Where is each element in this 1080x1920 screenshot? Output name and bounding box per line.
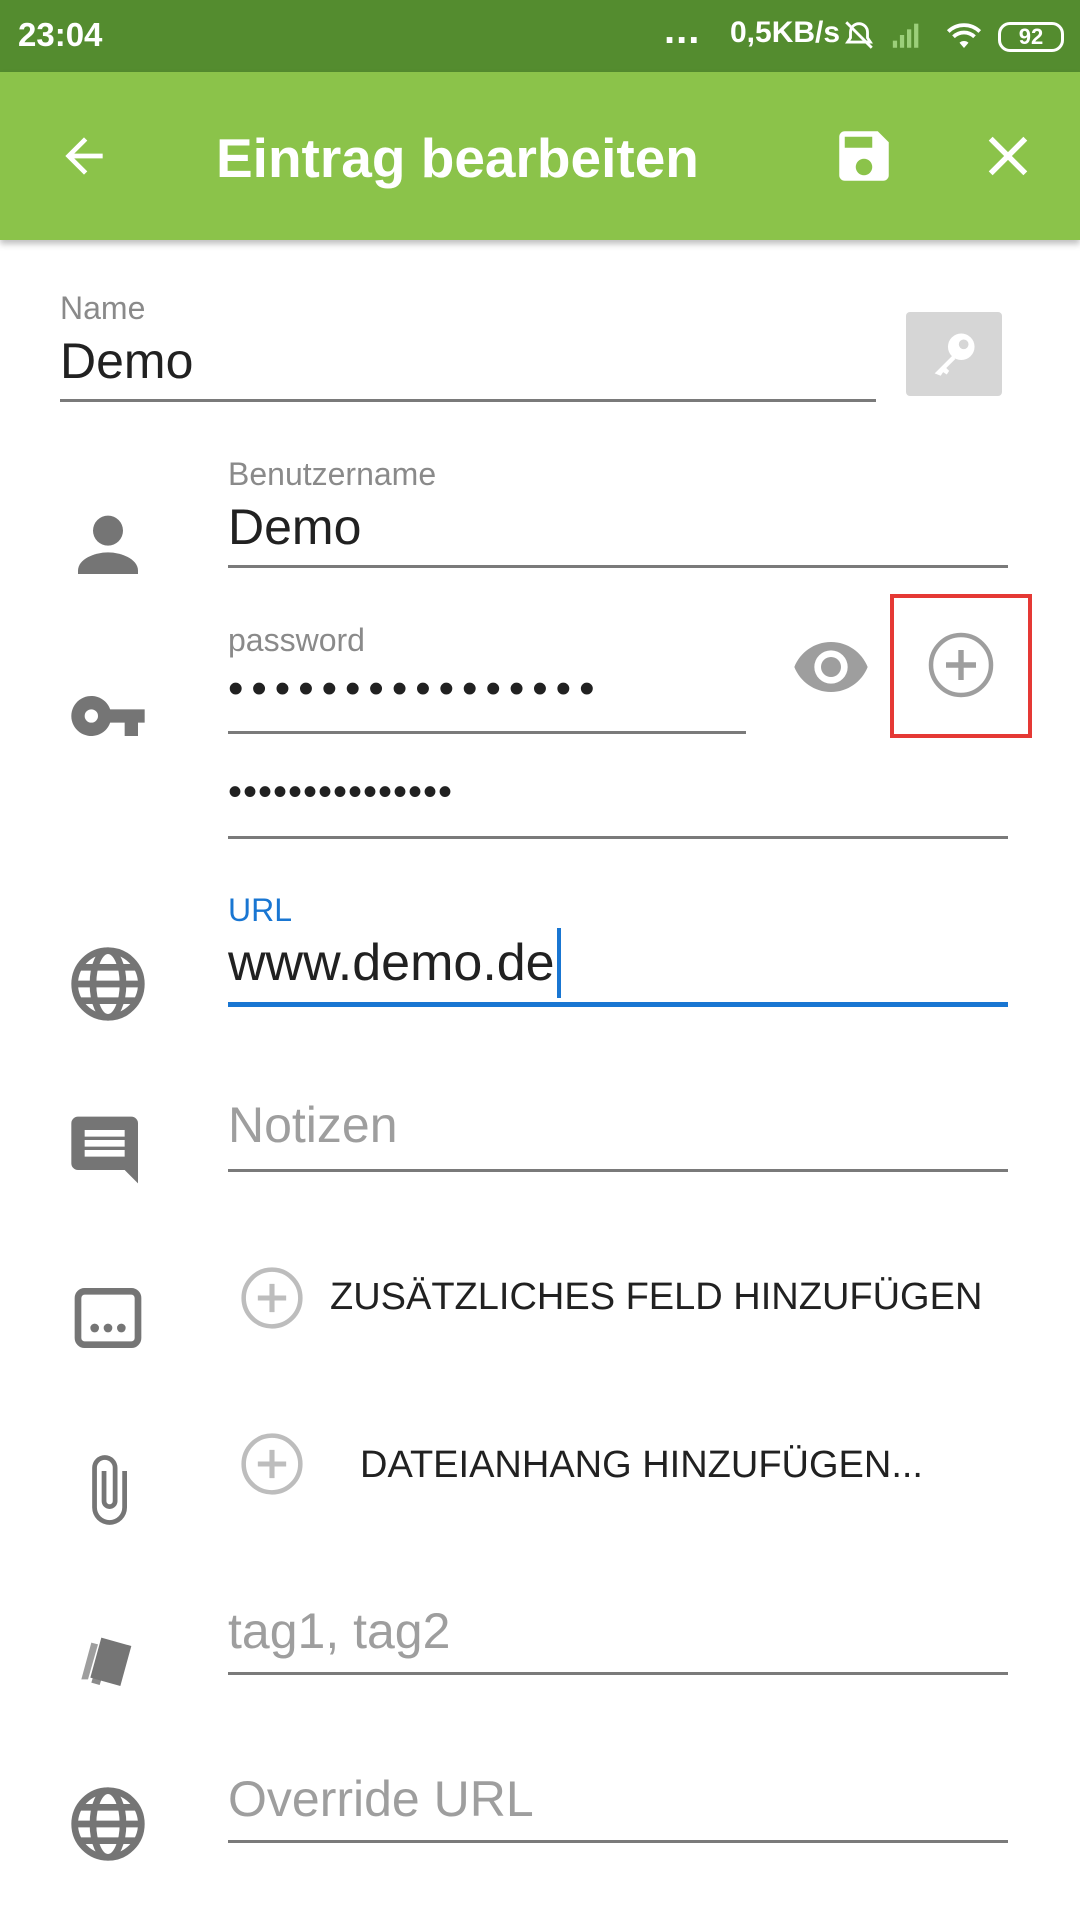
- name-label: Name: [60, 290, 146, 326]
- globe-icon: [64, 1780, 152, 1868]
- username-label: Benutzername: [228, 456, 437, 492]
- username-underline: [228, 565, 1008, 568]
- app-bar: Eintrag bearbeiten: [0, 72, 1080, 240]
- status-more-icon: ...: [664, 8, 701, 52]
- close-icon: [988, 136, 1028, 176]
- name-input[interactable]: Demo: [60, 332, 193, 390]
- add-field-label: ZUSÄTZLICHES FELD HINZUFÜGEN: [330, 1276, 983, 1318]
- username-input[interactable]: Demo: [228, 498, 361, 556]
- override-url-input[interactable]: Override URL: [228, 1770, 534, 1828]
- close-button[interactable]: [968, 116, 1048, 196]
- name-underline: [60, 399, 876, 402]
- highlight-box: [890, 594, 1032, 738]
- password-input[interactable]: ••••••••••••••••: [228, 664, 602, 714]
- add-field-button[interactable]: ZUSÄTZLICHES FELD HINZUFÜGEN: [228, 1258, 1018, 1338]
- user-icon: [64, 500, 152, 588]
- notes-icon: [64, 1106, 152, 1194]
- password-underline: [228, 731, 746, 734]
- url-label: URL: [228, 892, 293, 928]
- add-circle-icon: [241, 1267, 303, 1329]
- save-icon: [839, 131, 889, 181]
- page-title: Eintrag bearbeiten: [216, 127, 699, 189]
- notes-input[interactable]: Notizen: [228, 1096, 398, 1154]
- tags-underline: [228, 1672, 1008, 1675]
- add-attachment-label: DATEIANHANG HINZUFÜGEN...: [360, 1444, 923, 1486]
- password-label: password: [228, 622, 365, 658]
- tags-input[interactable]: tag1, tag2: [228, 1602, 450, 1660]
- alarm-muted-icon: [845, 21, 873, 49]
- status-time: 23:04: [18, 16, 103, 53]
- add-circle-icon: [241, 1433, 303, 1495]
- key-icon: [934, 333, 975, 376]
- add-attachment-button[interactable]: DATEIANHANG HINZUFÜGEN...: [228, 1424, 1018, 1504]
- url-underline: [228, 1002, 1008, 1007]
- url-input[interactable]: www.demo.de: [228, 928, 561, 998]
- password-confirm-underline: [228, 836, 1008, 839]
- password-key-icon: [64, 672, 152, 760]
- status-bar: 23:04 ... 0,5KB/s 92: [0, 0, 1080, 72]
- attachment-icon: [64, 1446, 152, 1534]
- toggle-visibility-button[interactable]: [786, 622, 876, 712]
- globe-icon: [64, 940, 152, 1028]
- url-value: www.demo.de: [228, 934, 555, 992]
- arrow-left-icon: [65, 137, 103, 175]
- tags-icon: [64, 1612, 152, 1700]
- notes-underline: [228, 1169, 1008, 1172]
- eye-icon: [794, 642, 868, 692]
- wifi-icon: [946, 23, 982, 48]
- signal-icon: [892, 23, 919, 48]
- save-button[interactable]: [824, 116, 904, 196]
- password-confirm-input[interactable]: •••••••••••••••: [228, 770, 453, 815]
- override-url-underline: [228, 1840, 1008, 1843]
- battery-indicator: 92: [998, 22, 1064, 52]
- back-button[interactable]: [44, 116, 124, 196]
- generate-password-button[interactable]: [906, 312, 1002, 396]
- custom-field-icon: [64, 1274, 152, 1362]
- network-speed: 0,5KB/s: [730, 16, 841, 49]
- text-cursor: [556, 928, 561, 998]
